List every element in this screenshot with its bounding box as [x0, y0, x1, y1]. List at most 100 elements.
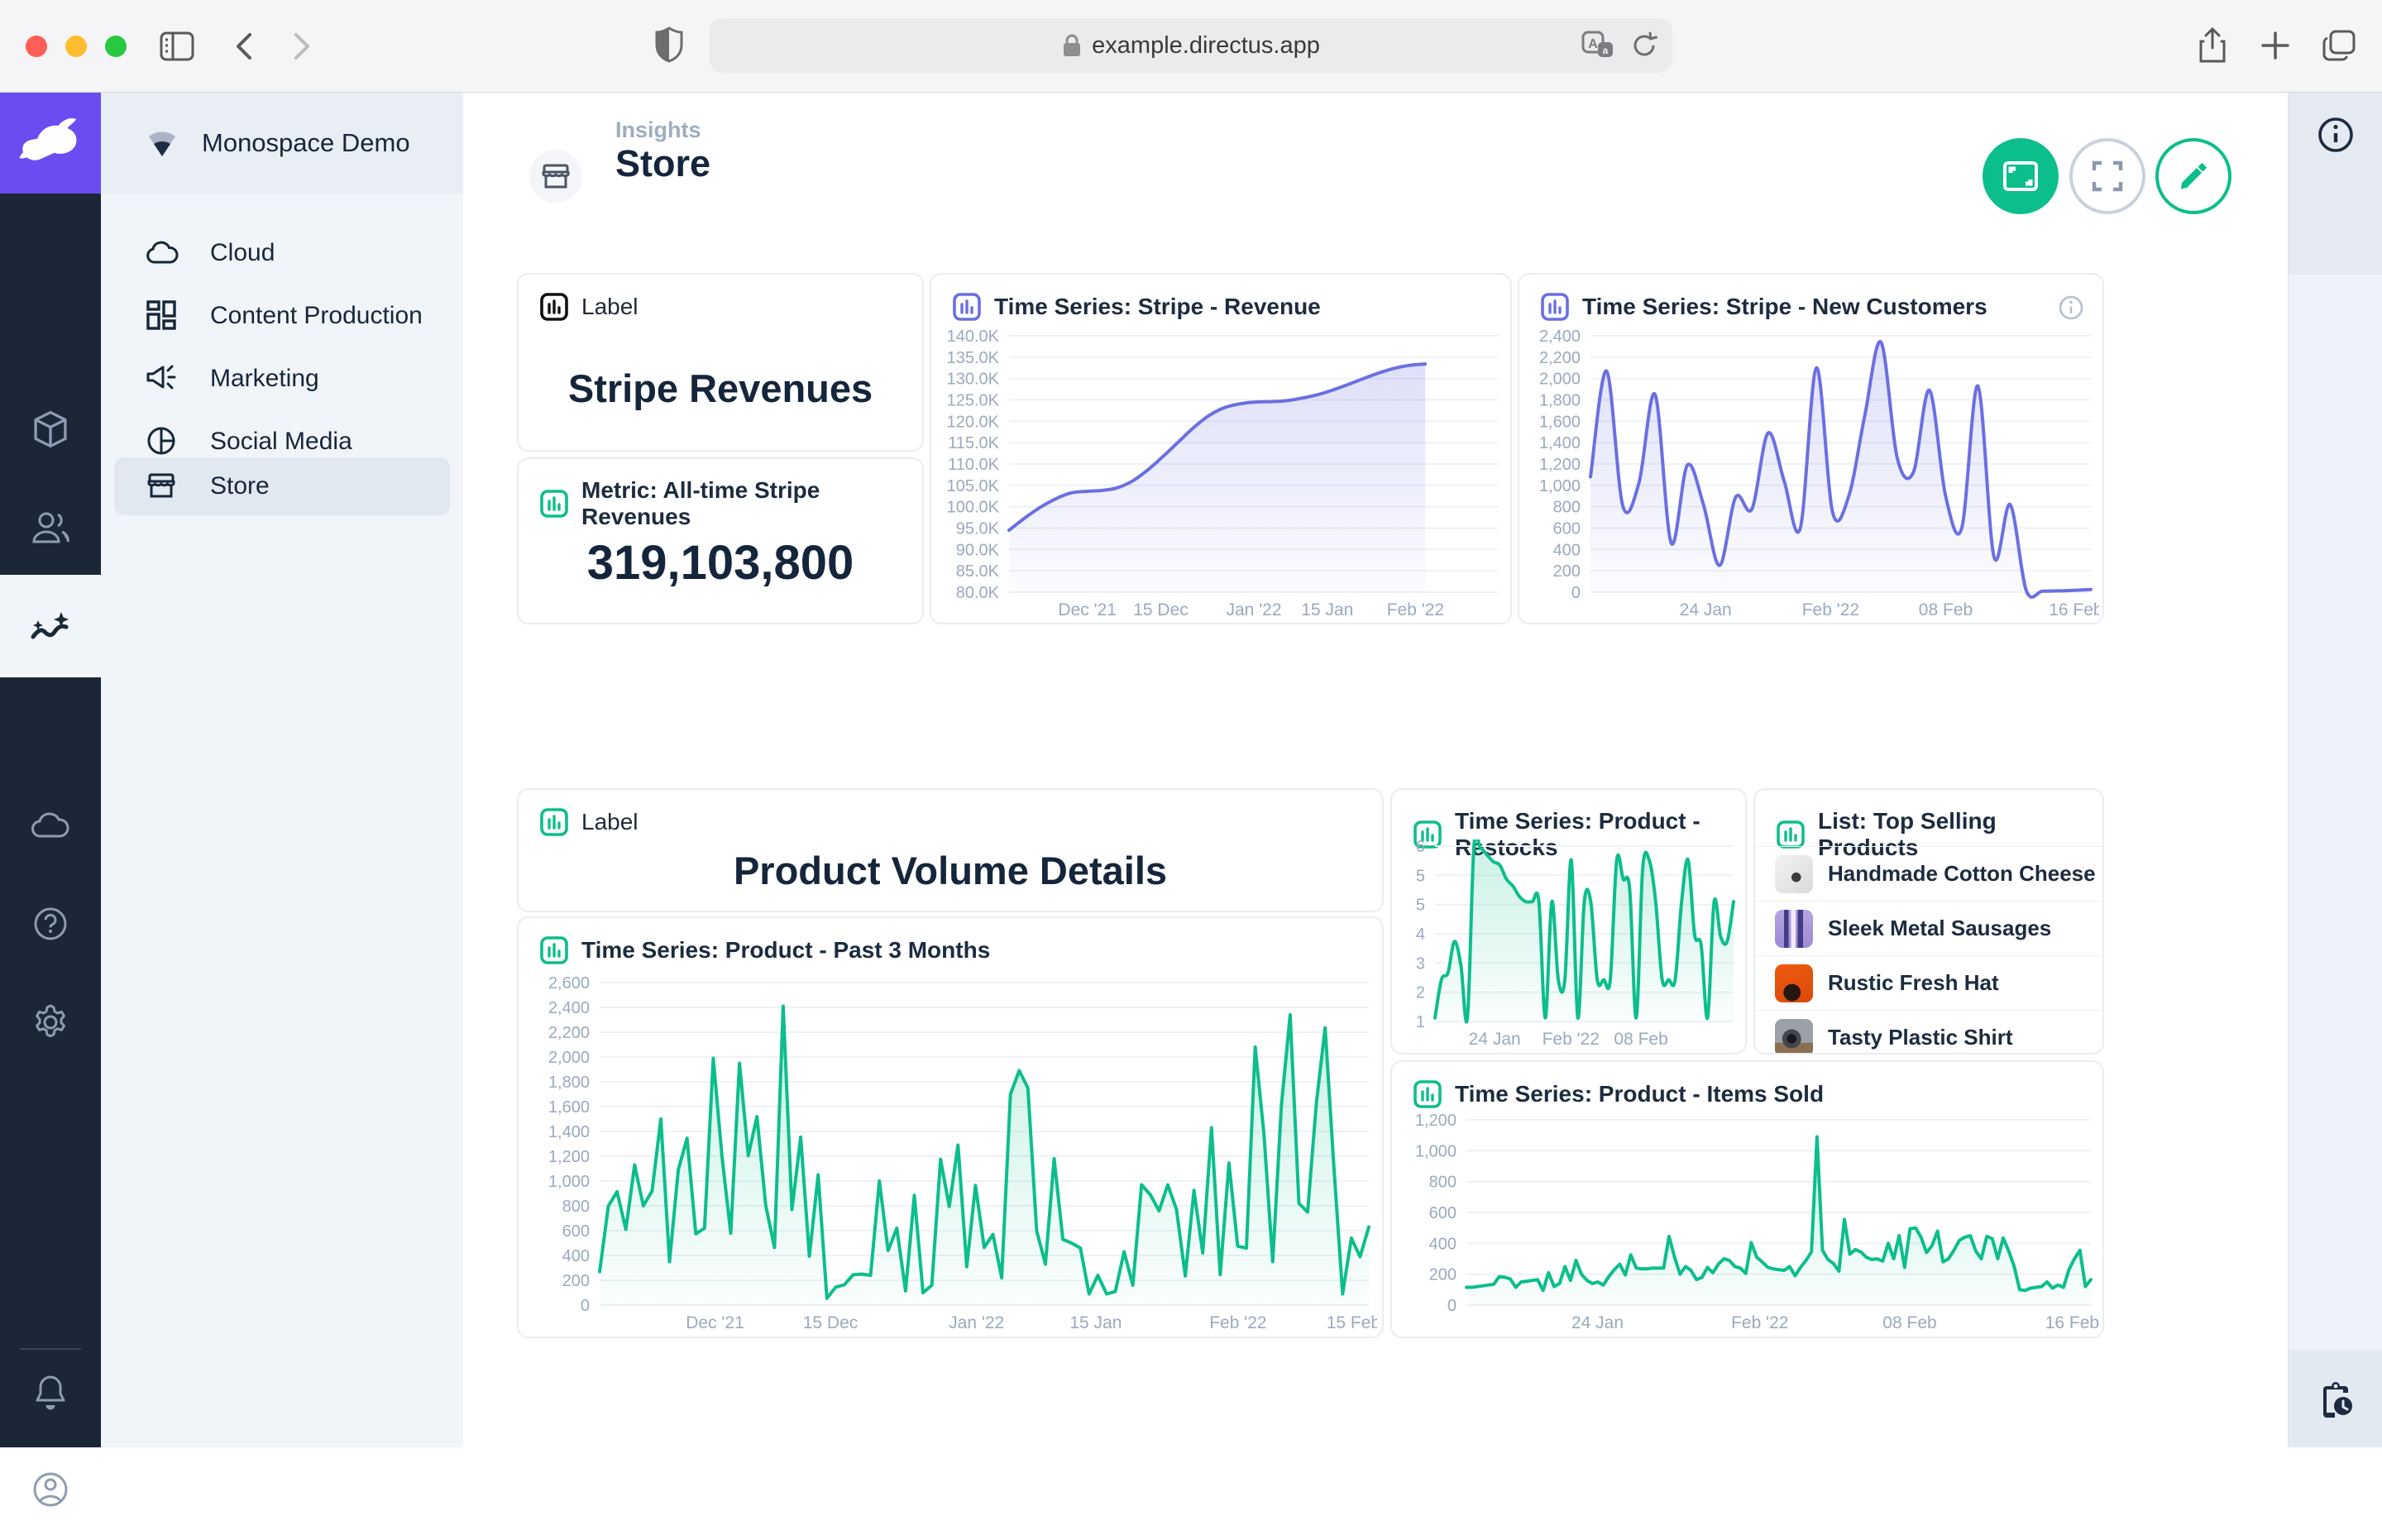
workspace-header[interactable]: Monospace Demo: [101, 93, 463, 194]
share-icon[interactable]: [2197, 26, 2228, 65]
panel-past3-chart[interactable]: Time Series: Product - Past 3 Months 2,6…: [517, 916, 1384, 1338]
panel-info-icon[interactable]: [2058, 294, 2084, 321]
new-tab-icon[interactable]: [2260, 30, 2291, 61]
forward-button[interactable]: [291, 30, 313, 63]
panel-header-label: Label: [581, 294, 639, 320]
module-insights-icon[interactable]: [0, 575, 101, 677]
storefront-icon: [146, 470, 179, 503]
svg-text:1,600: 1,600: [548, 1098, 590, 1117]
window-minimize-button[interactable]: [65, 36, 87, 57]
panel-restocks-chart[interactable]: Time Series: Product - Restocks 65543212…: [1390, 788, 1747, 1055]
user-avatar-icon[interactable]: [0, 1439, 101, 1540]
svg-text:6: 6: [1416, 839, 1425, 856]
svg-text:1,000: 1,000: [1539, 477, 1581, 495]
translate-icon[interactable]: Aa: [1581, 31, 1614, 60]
page-title: Store: [615, 142, 710, 185]
revenue-chart: 140.0K135.0K130.0K125.0K120.0K115.0K110.…: [940, 329, 1507, 620]
svg-text:a: a: [1603, 45, 1609, 56]
info-sidebar-icon[interactable]: [2317, 116, 2355, 154]
window-zoom-button[interactable]: [105, 36, 127, 57]
panel-icon: [540, 293, 568, 321]
sidebar-item-marketing[interactable]: Marketing: [114, 350, 450, 408]
svg-text:0: 0: [1447, 1297, 1456, 1315]
svg-text:Dec '21: Dec '21: [1058, 600, 1117, 619]
panel-icon: [1413, 1080, 1442, 1108]
sidebar-item-store[interactable]: Store: [114, 457, 450, 515]
panel-items-sold-chart[interactable]: Time Series: Product - Items Sold 1,2001…: [1390, 1060, 2104, 1338]
svg-text:2: 2: [1416, 984, 1425, 1002]
panel-revenue-chart[interactable]: Time Series: Stripe - Revenue 140.0K135.…: [930, 273, 1512, 624]
list-item[interactable]: Rustic Fresh Hat: [1755, 955, 2102, 1010]
edit-dashboard-button[interactable]: [2155, 138, 2231, 214]
svg-text:15 Dec: 15 Dec: [1133, 600, 1189, 619]
sidebar-toggle-icon[interactable]: [159, 30, 195, 63]
svg-text:15 Dec: 15 Dec: [803, 1313, 859, 1332]
svg-text:1,600: 1,600: [1539, 413, 1581, 431]
svg-text:08 Feb: 08 Feb: [1919, 600, 1973, 619]
product-name: Sleek Metal Sausages: [1828, 916, 2051, 941]
reload-icon[interactable]: [1631, 31, 1657, 60]
svg-text:2,000: 2,000: [548, 1049, 590, 1067]
product-name: Tasty Plastic Shirt: [1828, 1025, 2013, 1050]
svg-text:140.0K: 140.0K: [947, 329, 1000, 346]
panel-header-label: Label: [581, 809, 639, 835]
back-button[interactable]: [233, 30, 255, 63]
browser-chrome: example.directus.app Aa: [0, 0, 2382, 93]
module-cloud-icon[interactable]: [0, 775, 101, 876]
list-item[interactable]: Handmade Cotton Cheese: [1755, 846, 2102, 901]
svg-text:600: 600: [1429, 1204, 1456, 1222]
window-close-button[interactable]: [26, 36, 47, 57]
svg-text:Feb '22: Feb '22: [1209, 1313, 1266, 1332]
breadcrumb[interactable]: Insights: [615, 117, 701, 143]
svg-text:2,000: 2,000: [1539, 371, 1581, 389]
activity-clipboard-icon[interactable]: [2315, 1380, 2356, 1421]
directus-logo[interactable]: [0, 93, 101, 194]
panel-metric-stripe[interactable]: Metric: All-time Stripe Revenues 319,103…: [517, 457, 924, 624]
svg-text:1,200: 1,200: [1539, 456, 1581, 474]
panel-label-product[interactable]: Label Product Volume Details: [517, 788, 1384, 912]
svg-text:600: 600: [1553, 520, 1581, 538]
sidebar-item-cloud[interactable]: Cloud: [114, 224, 450, 282]
fit-screen-icon: [2002, 160, 2040, 193]
module-settings-icon[interactable]: [0, 972, 101, 1073]
svg-text:0: 0: [1571, 584, 1581, 602]
svg-text:1: 1: [1416, 1013, 1425, 1031]
sidebar-item-label: Social Media: [210, 428, 352, 456]
svg-text:90.0K: 90.0K: [956, 541, 1000, 559]
panel-label-stripe[interactable]: Label Stripe Revenues: [517, 273, 924, 452]
panel-top-products[interactable]: List: Top Selling Products Handmade Cott…: [1753, 788, 2104, 1055]
module-users-icon[interactable]: [0, 477, 101, 578]
svg-text:1,200: 1,200: [548, 1148, 590, 1166]
svg-text:Feb '22: Feb '22: [1387, 600, 1444, 619]
sidebar-item-content-production[interactable]: Content Production: [114, 287, 450, 345]
svg-text:1,400: 1,400: [1539, 434, 1581, 452]
label-text: Stripe Revenues: [519, 366, 922, 411]
svg-text:5: 5: [1416, 897, 1425, 915]
svg-text:Feb '22: Feb '22: [1802, 600, 1859, 619]
panel-new-customers-chart[interactable]: Time Series: Stripe - New Customers 2,40…: [1518, 273, 2104, 624]
module-bar-divider: [20, 1348, 81, 1350]
panel-icon: [953, 293, 981, 321]
svg-text:110.0K: 110.0K: [948, 456, 1000, 474]
svg-text:1,000: 1,000: [1415, 1142, 1456, 1160]
list-item[interactable]: Sleek Metal Sausages: [1755, 901, 2102, 955]
right-rail: [2288, 93, 2382, 1447]
address-bar[interactable]: example.directus.app Aa: [710, 18, 1672, 73]
svg-text:24 Jan: 24 Jan: [1571, 1313, 1624, 1332]
panel-icon: [540, 808, 568, 836]
svg-text:2,400: 2,400: [1539, 329, 1581, 346]
tab-overview-icon[interactable]: [2321, 28, 2357, 63]
svg-text:1,400: 1,400: [548, 1123, 590, 1141]
panel-header-label: Metric: All-time Stripe Revenues: [581, 477, 922, 530]
fullscreen-button[interactable]: [2069, 138, 2145, 214]
notifications-bell-icon[interactable]: [0, 1342, 101, 1442]
svg-text:400: 400: [1429, 1235, 1456, 1253]
svg-text:1,800: 1,800: [548, 1074, 590, 1092]
list-item[interactable]: Tasty Plastic Shirt: [1755, 1010, 2102, 1055]
module-content-icon[interactable]: [0, 379, 101, 480]
module-help-icon[interactable]: [0, 873, 101, 974]
privacy-shield-icon[interactable]: [655, 26, 683, 63]
svg-text:600: 600: [562, 1222, 590, 1241]
auto-refresh-button[interactable]: [1983, 138, 2059, 214]
metric-value: 319,103,800: [519, 535, 922, 591]
